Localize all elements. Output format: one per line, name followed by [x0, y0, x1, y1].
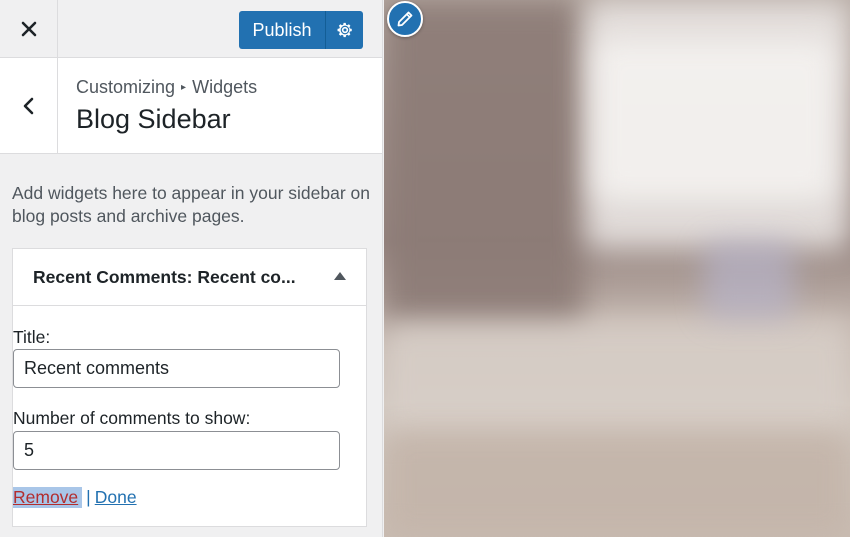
close-icon [21, 21, 36, 36]
widget-header[interactable]: Recent Comments: Recent co... [13, 249, 366, 306]
breadcrumb-current: Widgets [192, 77, 258, 97]
customizer-sidebar: Publish Customizing ▸ Widgets Blog Sideb… [0, 0, 383, 537]
publish-settings-button[interactable] [325, 11, 363, 49]
breadcrumb-parent: Customizing [76, 77, 176, 97]
widget-title-value: Recent co... [197, 267, 296, 287]
done-link[interactable]: Done [95, 487, 137, 508]
section-header: Customizing ▸ Widgets Blog Sidebar [0, 58, 382, 154]
customizer-header: Publish [0, 0, 382, 58]
breadcrumb-separator: ▸ [181, 82, 187, 93]
close-button[interactable] [0, 0, 58, 57]
breadcrumb: Customizing ▸ Widgets [76, 77, 257, 98]
back-button[interactable] [0, 58, 58, 153]
title-label: Title: [13, 327, 51, 347]
widget-actions: Remove | Done [13, 487, 137, 508]
publish-group: Publish [239, 11, 363, 49]
preview-background [384, 430, 850, 537]
pencil-icon [397, 11, 413, 27]
widget-title-prefix: Recent Comments: [33, 267, 193, 287]
count-label: Number of comments to show: [13, 408, 251, 428]
chevron-left-icon [23, 97, 33, 114]
remove-link[interactable]: Remove [13, 487, 83, 508]
preview-background [384, 0, 584, 330]
preview-background [594, 40, 834, 200]
preview-background [384, 320, 850, 440]
site-preview[interactable] [384, 0, 850, 537]
arrow-up-icon[interactable] [334, 272, 346, 280]
title-input[interactable] [13, 349, 340, 388]
edit-shortcut-button[interactable] [387, 1, 423, 37]
widget-title: Recent Comments: Recent co... [33, 267, 296, 288]
section-description: Add widgets here to appear in your sideb… [12, 183, 371, 226]
count-input[interactable] [13, 431, 340, 470]
preview-background [704, 240, 794, 320]
publish-button[interactable]: Publish [239, 11, 325, 49]
gear-icon [337, 22, 352, 38]
actions-divider: | [86, 487, 91, 507]
page-title: Blog Sidebar [76, 104, 231, 134]
